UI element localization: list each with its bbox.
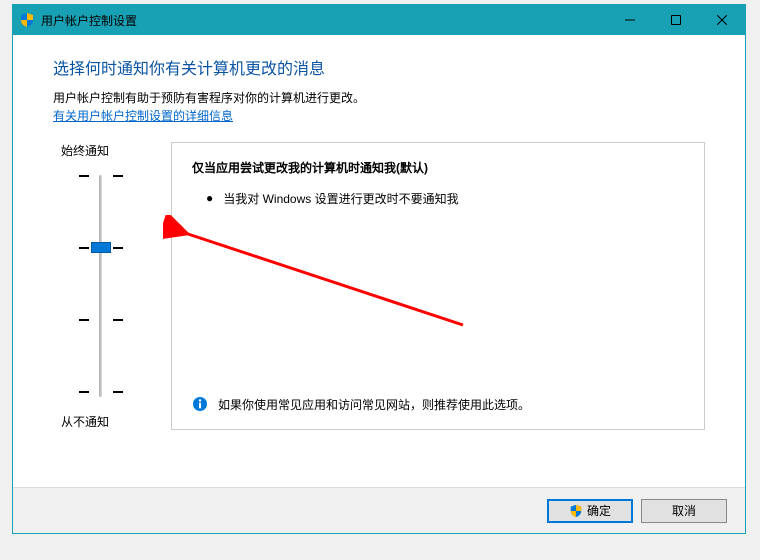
description-title: 仅当应用尝试更改我的计算机时通知我(默认) bbox=[192, 159, 684, 176]
close-button[interactable] bbox=[699, 5, 745, 35]
window-title: 用户帐户控制设置 bbox=[41, 12, 607, 29]
info-icon bbox=[192, 396, 208, 412]
minimize-button[interactable] bbox=[607, 5, 653, 35]
slider-tick bbox=[79, 319, 89, 321]
notification-slider[interactable] bbox=[63, 171, 163, 401]
description-panel: 仅当应用尝试更改我的计算机时通知我(默认) ● 当我对 Windows 设置进行… bbox=[171, 142, 705, 430]
bullet-icon: ● bbox=[206, 190, 213, 207]
shield-icon bbox=[19, 12, 35, 28]
slider-label-never: 从不通知 bbox=[53, 413, 163, 430]
slider-track bbox=[99, 175, 102, 397]
page-subtext: 用户帐户控制有助于预防有害程序对你的计算机进行更改。 bbox=[53, 89, 705, 107]
slider-tick bbox=[79, 175, 89, 177]
content-area: 选择何时通知你有关计算机更改的消息 用户帐户控制有助于预防有害程序对你的计算机进… bbox=[13, 35, 745, 430]
slider-label-always: 始终通知 bbox=[53, 142, 163, 159]
footer-text: 如果你使用常见应用和访问常见网站，则推荐使用此选项。 bbox=[218, 396, 530, 413]
page-heading: 选择何时通知你有关计算机更改的消息 bbox=[53, 55, 705, 79]
slider-tick bbox=[113, 247, 123, 249]
maximize-button[interactable] bbox=[653, 5, 699, 35]
shield-icon bbox=[569, 504, 583, 518]
window-controls bbox=[607, 5, 745, 35]
bullet-text: 当我对 Windows 设置进行更改时不要通知我 bbox=[223, 190, 458, 207]
description-bullet: ● 当我对 Windows 设置进行更改时不要通知我 bbox=[192, 190, 684, 207]
uac-settings-window: 用户帐户控制设置 选择何时通知你有关计算机更改的消息 用户帐户控制有助于预防有害… bbox=[12, 4, 746, 534]
slider-tick bbox=[79, 391, 89, 393]
slider-thumb[interactable] bbox=[91, 242, 111, 253]
body-area: 始终通知 从不通知 仅当应用尝试更改我的计算机时通知我(默认 bbox=[53, 142, 705, 430]
slider-tick bbox=[113, 391, 123, 393]
ok-button[interactable]: 确定 bbox=[547, 499, 633, 523]
description-footer: 如果你使用常见应用和访问常见网站，则推荐使用此选项。 bbox=[192, 396, 684, 413]
slider-tick bbox=[79, 247, 89, 249]
titlebar: 用户帐户控制设置 bbox=[13, 5, 745, 35]
slider-tick bbox=[113, 319, 123, 321]
ok-button-label: 确定 bbox=[587, 502, 611, 519]
button-bar: 确定 取消 bbox=[13, 487, 745, 533]
slider-column: 始终通知 从不通知 bbox=[53, 142, 163, 430]
cancel-button-label: 取消 bbox=[672, 502, 696, 519]
cancel-button[interactable]: 取消 bbox=[641, 499, 727, 523]
help-link[interactable]: 有关用户帐户控制设置的详细信息 bbox=[53, 109, 233, 123]
slider-tick bbox=[113, 175, 123, 177]
